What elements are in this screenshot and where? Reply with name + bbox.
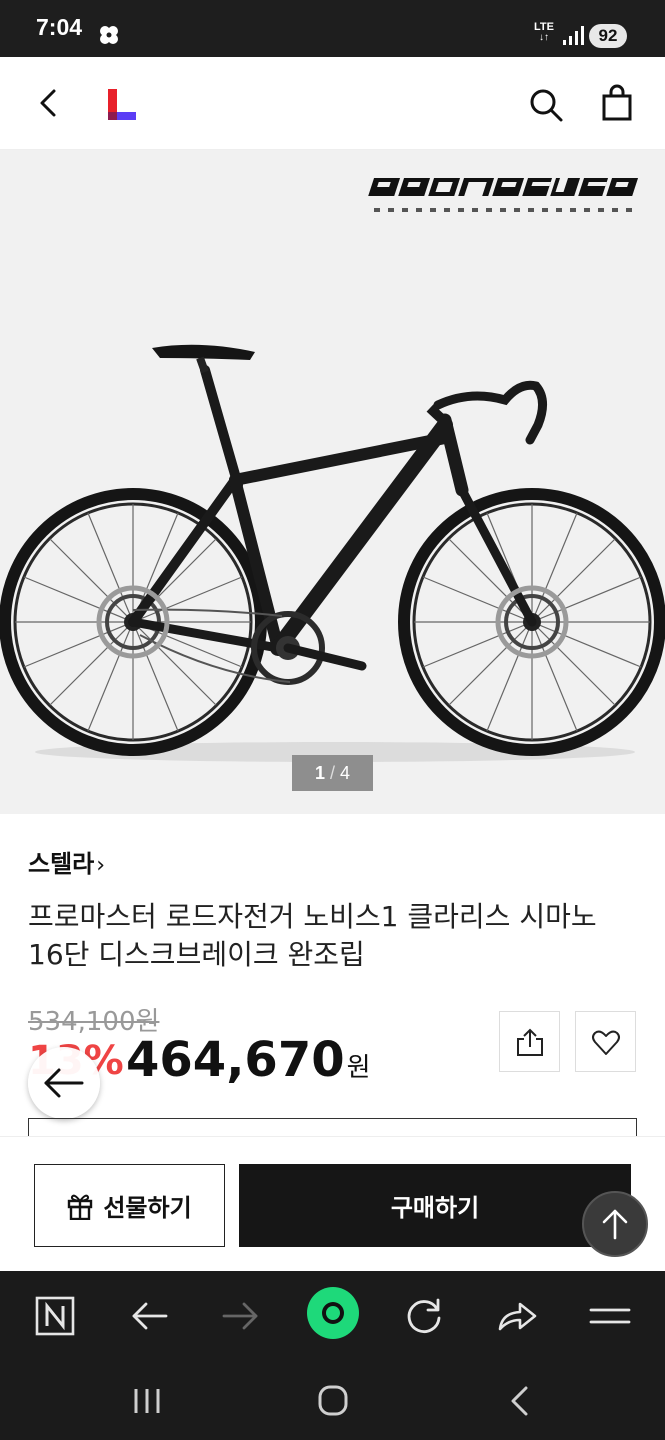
- buy-button[interactable]: 구매하기: [239, 1164, 631, 1247]
- shopping-bag-icon[interactable]: [597, 83, 637, 123]
- network-type: LTE ↓↑: [534, 21, 554, 43]
- signal-icon: [563, 26, 584, 45]
- naver-n-icon[interactable]: [32, 1293, 78, 1339]
- status-bar: 7:04 LTE ↓↑ 92: [0, 0, 665, 57]
- refresh-icon[interactable]: [401, 1293, 447, 1339]
- seller-name: 스텔라: [28, 850, 95, 878]
- promaster-brand-logo: [368, 178, 639, 212]
- buy-label: 구매하기: [390, 1194, 480, 1222]
- gift-icon: [68, 1194, 93, 1220]
- battery-indicator: 92: [589, 24, 627, 48]
- forward-arrow-icon[interactable]: [218, 1293, 264, 1339]
- heart-icon: [592, 1030, 620, 1055]
- app-header: [0, 57, 665, 150]
- back-arrow-icon[interactable]: [126, 1293, 172, 1339]
- sale-price: 464,670원: [126, 1032, 371, 1088]
- floating-back-button[interactable]: [28, 1047, 100, 1119]
- share-icon: [517, 1028, 543, 1056]
- lotteon-logo-icon[interactable]: [104, 87, 138, 123]
- menu-icon[interactable]: [587, 1293, 633, 1339]
- gift-label: 선물하기: [103, 1194, 192, 1222]
- search-icon[interactable]: [526, 85, 566, 125]
- home-icon[interactable]: [313, 1383, 353, 1419]
- sale-price-value: 464,670: [126, 1032, 345, 1088]
- purchase-bar: 선물하기 구매하기: [0, 1136, 665, 1271]
- gallery-pager: 1 / 4: [292, 755, 373, 791]
- browser-toolbar: [0, 1271, 665, 1361]
- arrow-up-icon: [602, 1209, 628, 1240]
- road-bike-image: [0, 344, 665, 762]
- system-navigation-bar: [0, 1361, 665, 1440]
- seller-link[interactable]: 스텔라›: [28, 844, 105, 879]
- currency-unit: 원: [346, 1053, 371, 1083]
- recents-icon[interactable]: [128, 1383, 168, 1419]
- green-dot-icon[interactable]: [307, 1287, 359, 1339]
- gift-button[interactable]: 선물하기: [34, 1164, 225, 1247]
- wishlist-button[interactable]: [575, 1011, 636, 1072]
- chevron-right-icon: ›: [96, 853, 106, 878]
- back-icon[interactable]: [500, 1383, 540, 1419]
- scroll-to-top-button[interactable]: [582, 1191, 648, 1257]
- option-select-box[interactable]: [28, 1118, 637, 1136]
- gallery-current: 1: [314, 763, 325, 783]
- gallery-separator: /: [329, 763, 335, 783]
- product-title: 프로마스터 로드자전거 노비스1 클라리스 시마노16단 디스크브레이크 완조립: [28, 900, 597, 971]
- share-arrow-icon[interactable]: [494, 1293, 540, 1339]
- status-time: 7:04: [36, 14, 83, 40]
- arrow-left-icon: [44, 1068, 84, 1098]
- back-arrow-icon[interactable]: [28, 83, 68, 123]
- gallery-total: 4: [340, 763, 351, 783]
- share-button[interactable]: [499, 1011, 560, 1072]
- clover-icon: [100, 26, 118, 44]
